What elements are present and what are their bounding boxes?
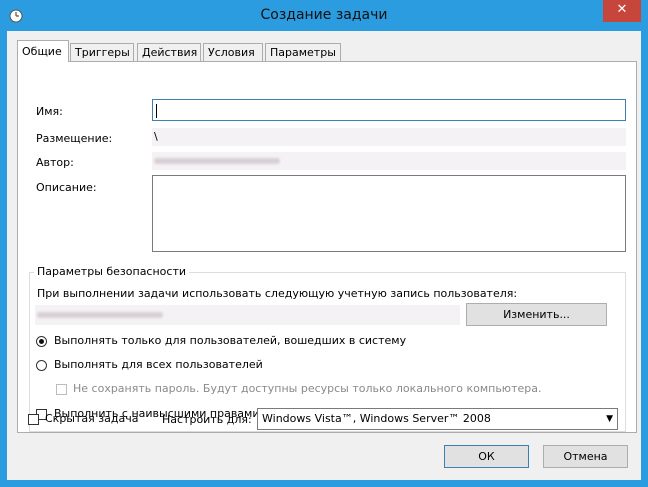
title-bar[interactable]: Создание задачи ✕ <box>0 0 648 31</box>
tab-settings[interactable]: Параметры <box>265 43 341 61</box>
task-window: Создание задачи ✕ Общие Триггеры Действи… <box>0 0 648 487</box>
hidden-task-checkbox[interactable] <box>28 414 39 425</box>
location-value: \ <box>154 130 158 143</box>
hidden-task-label: Скрытая задача <box>45 412 139 425</box>
tab-actions[interactable]: Действия <box>137 43 201 61</box>
radio-all-users[interactable] <box>36 360 47 371</box>
window-title: Создание задачи <box>260 7 388 23</box>
ok-button[interactable]: ОК <box>444 445 529 468</box>
author-value-redacted <box>154 158 280 164</box>
chevron-down-icon: ▼ <box>606 414 613 424</box>
configure-for-label: Настроить для: <box>162 413 252 426</box>
change-user-button[interactable]: Изменить... <box>466 303 607 326</box>
account-value-redacted <box>37 312 163 318</box>
account-prompt: При выполнении задачи использовать следу… <box>37 287 518 300</box>
description-textarea[interactable] <box>152 175 626 252</box>
tab-triggers[interactable]: Триггеры <box>70 43 134 61</box>
no-store-password-checkbox[interactable] <box>56 384 67 395</box>
general-panel: Имя: Размещение: \ Автор: Описание: Пара… <box>17 61 637 433</box>
name-input[interactable] <box>152 99 626 121</box>
account-field <box>35 305 460 325</box>
radio-logged-on-only[interactable] <box>36 336 47 347</box>
cancel-button[interactable]: Отмена <box>543 445 628 468</box>
radio-all-users-label: Выполнять для всех пользователей <box>54 358 263 371</box>
radio-logged-on-label: Выполнять только для пользователей, воше… <box>54 334 407 347</box>
no-store-password-label: Не сохранять пароль. Будут доступны ресу… <box>73 382 542 395</box>
tab-conditions[interactable]: Условия <box>203 43 263 61</box>
close-button[interactable]: ✕ <box>603 0 641 22</box>
dialog-body: Общие Триггеры Действия Условия Параметр… <box>7 31 641 480</box>
configure-for-select[interactable]: Windows Vista™, Windows Server™ 2008 ▼ <box>257 408 618 430</box>
name-label: Имя: <box>36 105 63 118</box>
author-field <box>152 152 626 170</box>
tab-general[interactable]: Общие <box>17 40 69 62</box>
configure-for-value: Windows Vista™, Windows Server™ 2008 <box>262 412 491 425</box>
author-label: Автор: <box>36 156 74 169</box>
location-label: Размещение: <box>36 132 113 145</box>
description-label: Описание: <box>36 181 97 194</box>
close-icon: ✕ <box>616 2 628 17</box>
security-group-title: Параметры безопасности <box>34 265 190 278</box>
location-field: \ <box>152 128 626 146</box>
